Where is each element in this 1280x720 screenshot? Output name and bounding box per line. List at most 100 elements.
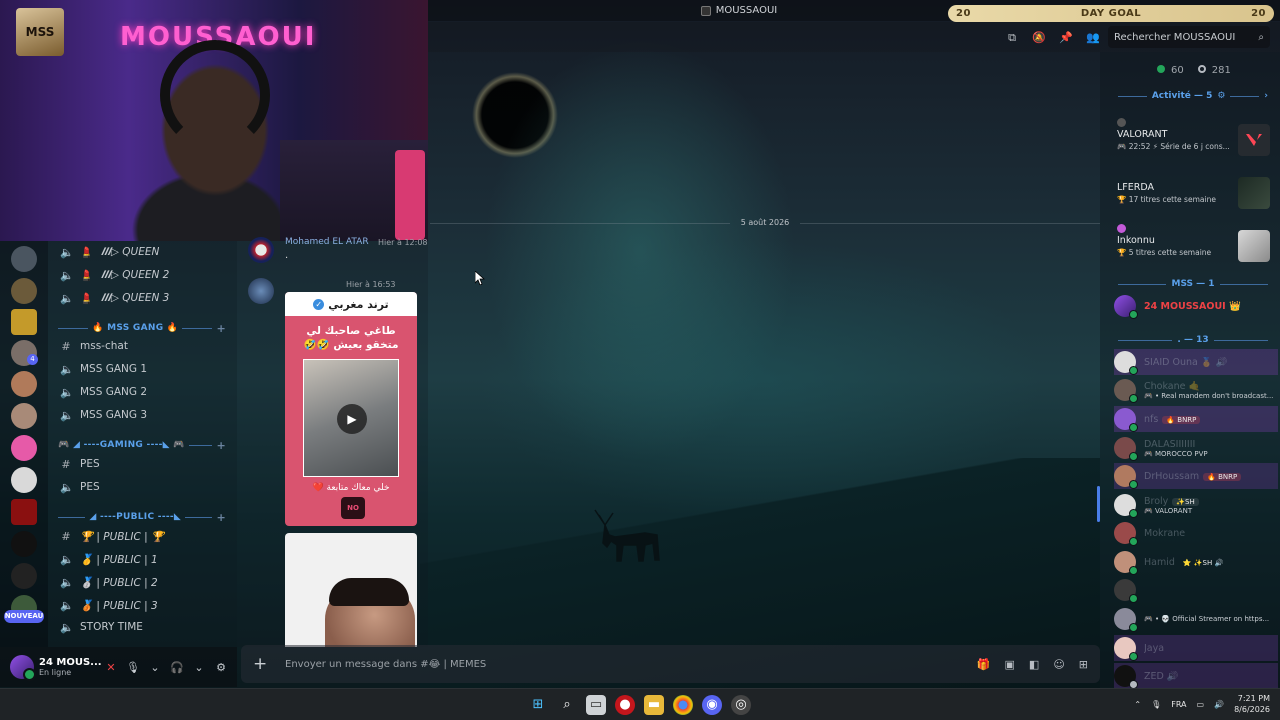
category-mss-gang[interactable]: 🔥 MSS GANG 🔥 + [58,321,226,335]
channel-text-pes[interactable]: # PES [60,455,99,473]
activity-thumbnail [1238,177,1270,209]
server-icon[interactable] [11,467,37,493]
system-clock[interactable]: 7:21 PM 8/6/2026 [1234,693,1270,715]
add-channel-icon[interactable]: + [216,511,226,524]
member-row[interactable]: SIAID Ouna 🥇 🔊 [1114,349,1278,375]
member-row[interactable]: Mokrane [1114,520,1278,546]
channel-voice-mss-gang-2[interactable]: 🔈 MSS GANG 2 [60,383,147,401]
media-attachment-2[interactable] [285,533,417,647]
obs-icon[interactable]: ◎ [731,695,751,715]
discord-icon[interactable]: ◉ [702,695,722,715]
channel-voice-public-3[interactable]: 🔈 🥉 | PUBLIC | 3 [60,596,158,614]
channel-text-public[interactable]: # 🏆 | PUBLIC | 🏆 [60,527,164,545]
chevron-down-icon[interactable]: ⌄ [192,661,206,674]
member-row[interactable]: ZED 🔊 [1114,663,1278,689]
member-name: Jaya [1144,642,1165,654]
activity-card[interactable]: VALORANT 🎮 22:52 ⚡ Série de 6 j cons... [1117,118,1270,156]
member-row[interactable]: 🎮 • 💀 Official Streamer on https... [1114,606,1278,632]
attachment-caption: طاغي صاحبك لي متخقو بعيش 🤣🤣 [303,325,399,351]
activity-card[interactable]: LFERDA 🏆 17 titres cette semaine [1117,171,1270,209]
category-gaming[interactable]: 🎮 ◢ ----GAMING ----◣ 🎮 + [58,438,226,452]
chrome-icon[interactable] [673,695,693,715]
channel-voice-mss-gang-3[interactable]: 🔈 MSS GANG 3 [60,406,147,424]
emoji-icon[interactable]: ☺ [1053,658,1064,671]
channel-voice-mss-gang-1[interactable]: 🔈 MSS GANG 1 [60,360,147,378]
chevron-up-icon[interactable]: ⌃ [1134,700,1141,709]
language-indicator[interactable]: FRA [1171,700,1186,709]
self-avatar[interactable] [10,655,36,681]
gif-icon[interactable]: ▣ [1005,658,1015,671]
member-row[interactable]: Hamid ⭐ ✨SH 🔊 [1114,549,1278,575]
microphone-tray-icon[interactable]: 🎙 [1151,700,1161,709]
server-icon[interactable] [11,371,37,397]
add-channel-icon[interactable]: + [216,439,226,452]
gear-icon[interactable]: ⚙ [1217,91,1225,101]
volume-icon[interactable]: 🔊 [1214,700,1224,709]
server-icon[interactable] [11,563,37,589]
media-attachment[interactable]: ✓ ترند مغربي طاغي صاحبك لي متخقو بعيش 🤣🤣… [285,292,417,526]
channel-voice-queen-2[interactable]: 🔈 💄 𝑰𝑰𝑰▷ QUEEN 2 [60,266,169,284]
add-attachment-icon[interactable]: + [253,654,273,674]
members-sidebar: 60 281 Activité — 5 ⚙ › VALORANT 🎮 22:52 ⚡… [1100,52,1280,689]
add-channel-icon[interactable]: + [216,322,226,335]
server-icon[interactable] [11,435,37,461]
message-author[interactable]: Mohamed EL ATAR [285,237,369,247]
member-row[interactable]: DALASIIIIIII 🎮 MOROCCO PVP [1114,435,1278,461]
member-row[interactable] [1114,577,1278,603]
channel-voice-public-2[interactable]: 🔈 🥈 | PUBLIC | 2 [60,573,158,591]
threads-icon[interactable]: ⧉ [1005,31,1019,45]
channel-voice-queen-3[interactable]: 🔈 💄 𝑰𝑰𝑰▷ QUEEN 3 [60,289,169,307]
role-tag: 🔥 BNRP [1203,472,1242,481]
server-icon[interactable] [11,309,37,335]
network-icon[interactable]: ▭ [1197,700,1205,709]
server-icon[interactable] [11,531,37,557]
pin-icon[interactable]: 📌 [1059,31,1073,45]
member-row[interactable]: DrHoussam 🔥 BNRP [1114,463,1278,489]
file-explorer-icon[interactable]: ▬ [644,695,664,715]
member-owner[interactable]: 24 MOUSSAOUI 👑 [1114,293,1278,319]
search-input[interactable] [1114,31,1244,43]
channel-voice-story-time[interactable]: 🔈 STORY TIME [60,618,143,636]
new-badge[interactable]: NOUVEAU [4,610,44,623]
sticker-icon[interactable]: ◧ [1029,658,1039,671]
media-app-icon[interactable]: ● [615,695,635,715]
headphones-icon[interactable]: 🎧 [170,661,184,674]
microphone-icon[interactable]: 🎙 [126,661,140,674]
chevron-right-icon[interactable]: › [1264,91,1268,101]
channel-voice-public-1[interactable]: 🔈 🥇 | PUBLIC | 1 [60,550,158,568]
channel-text-mss-chat[interactable]: # mss-chat [60,337,128,355]
server-icon[interactable] [11,278,37,304]
category-public[interactable]: ◢ ----PUBLIC ----◣ + [58,510,226,524]
speaker-icon: 🔈 [60,598,74,612]
server-icon[interactable] [11,403,37,429]
settings-gear-icon[interactable]: ⚙ [214,661,228,674]
server-icon[interactable] [11,499,37,525]
search-icon[interactable]: ⌕ [557,695,577,715]
play-icon[interactable]: ▶ [337,404,367,434]
member-row[interactable]: Jaya [1114,635,1278,661]
chevron-down-icon[interactable]: ⌄ [148,661,162,674]
activity-card[interactable]: Inkonnu 🏆 5 titres cette semaine [1117,224,1270,262]
activity-header[interactable]: Activité — 5 ⚙ › [1118,91,1268,101]
user-avatar[interactable] [248,278,274,304]
user-avatar[interactable] [248,237,274,263]
search-box[interactable]: ⌕ [1108,26,1270,48]
server-icon[interactable] [11,246,37,272]
notifications-muted-icon[interactable]: 🔕 [1032,31,1046,45]
channel-voice-pes[interactable]: 🔈 PES [60,478,100,496]
channel-voice-queen[interactable]: 🔈 💄 𝑰𝑰𝑰▷ QUEEN [60,243,159,261]
member-row[interactable]: Broly ✨SH 🎮 VALORANT [1114,492,1278,518]
apps-icon[interactable]: ⊞ [1079,658,1088,671]
clock-date: 8/6/2026 [1234,705,1270,714]
member-avatar [1114,351,1138,375]
task-view-icon[interactable]: ▭ [586,695,606,715]
camera-off-icon[interactable]: ✕ [104,661,118,674]
member-row[interactable]: nfs 🔥 BNRP [1114,406,1278,432]
member-row[interactable]: Chokane 🤙 🎮 • Real mandem don't broadcast… [1114,377,1278,403]
message-input[interactable] [285,658,977,670]
self-info[interactable]: 24 MOUS... En ligne [39,657,102,677]
windows-start-icon[interactable]: ⊞ [528,695,548,715]
video-thumbnail[interactable]: ▶ [303,359,399,477]
gift-icon[interactable]: 🎁 [977,658,991,671]
members-icon[interactable]: 👥 [1086,31,1100,45]
